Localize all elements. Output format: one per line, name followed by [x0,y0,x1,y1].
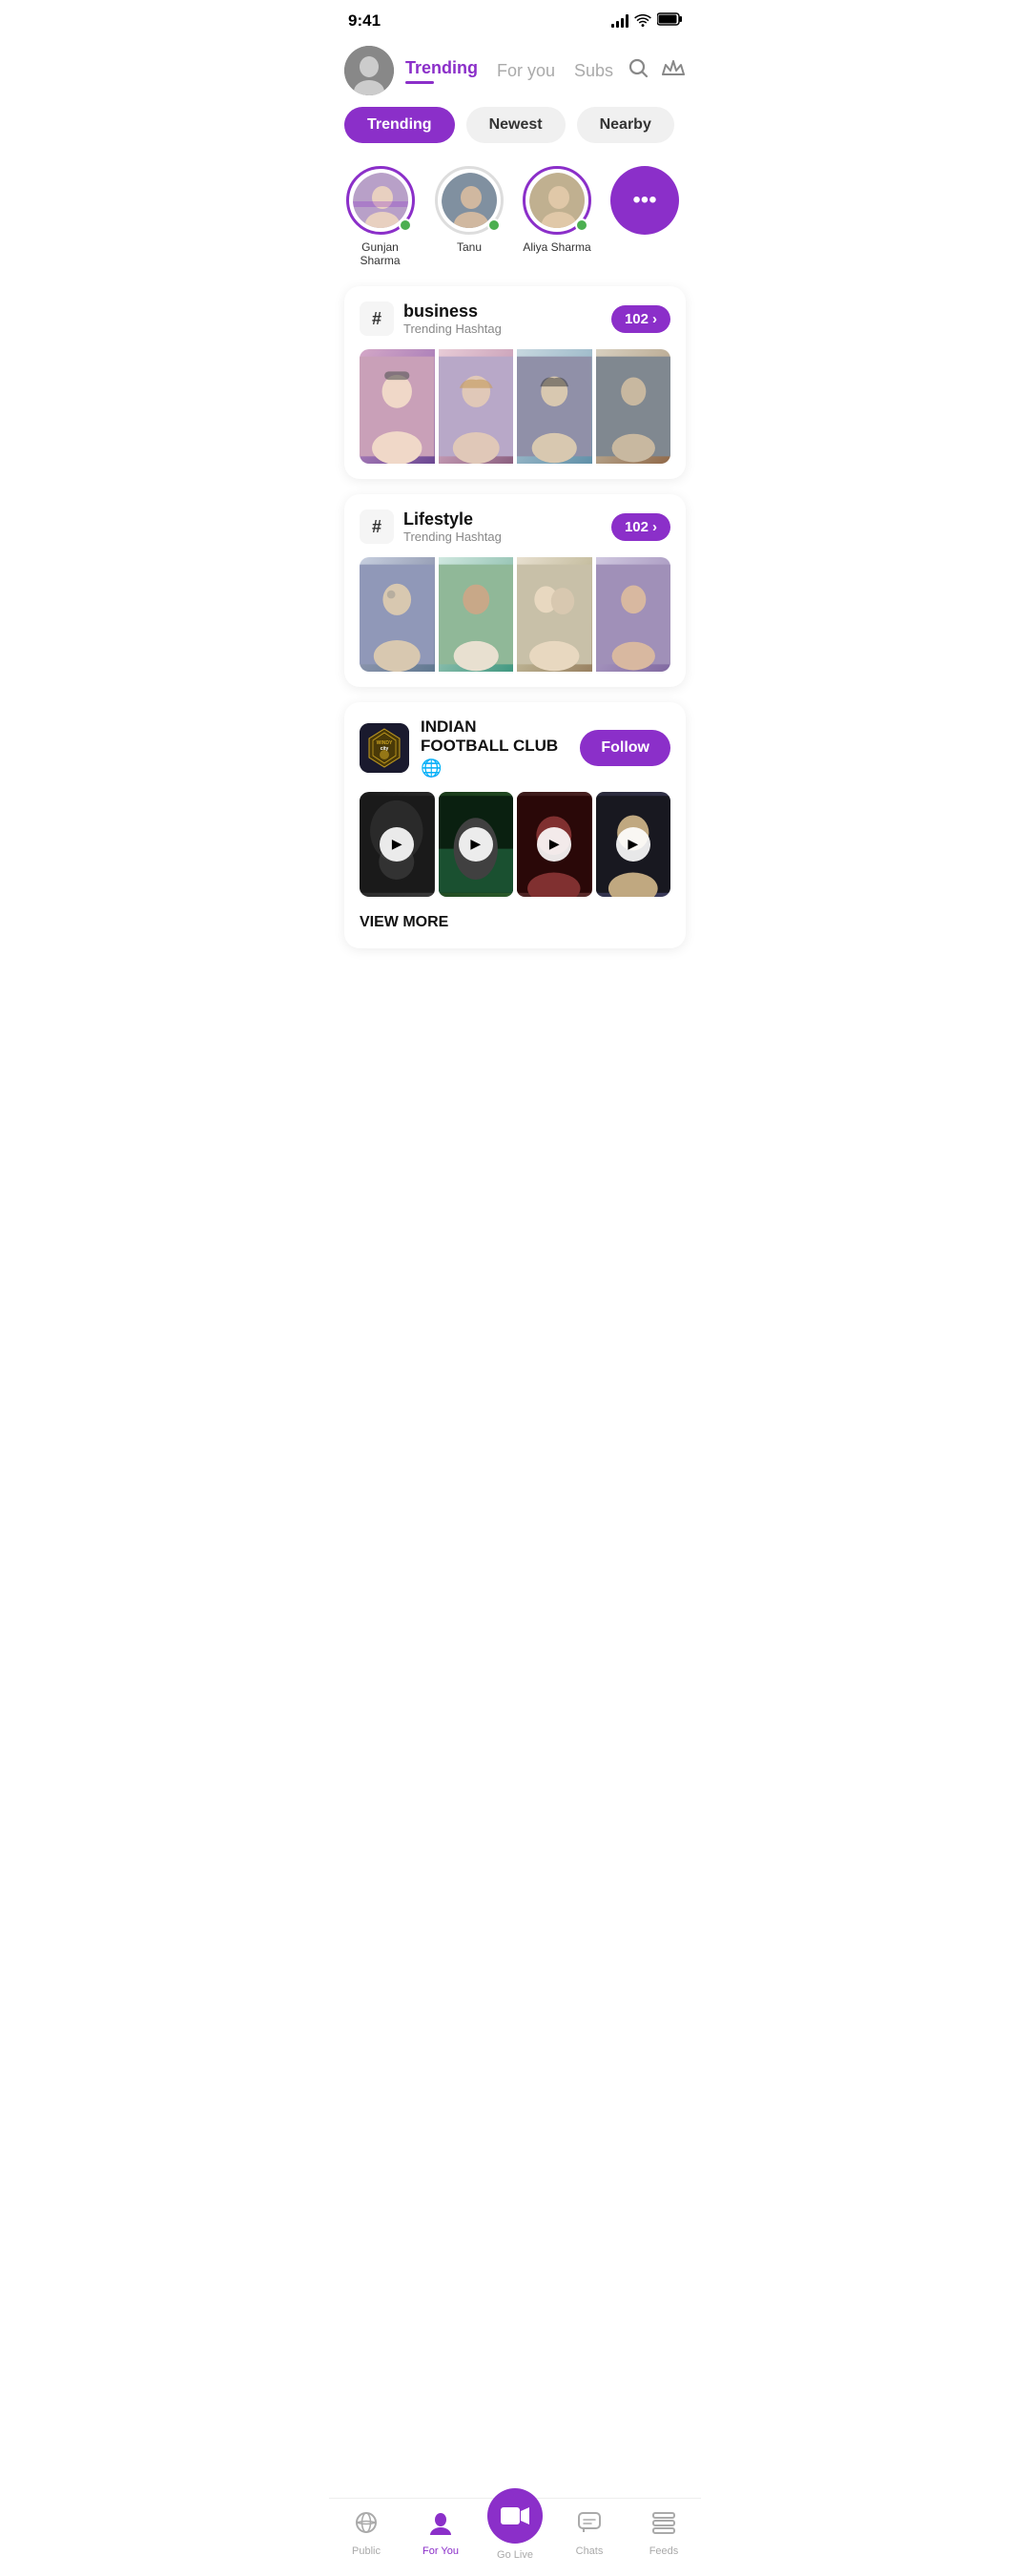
go-live-circle[interactable] [487,2488,543,2544]
hashtag-image [360,557,435,672]
play-icon[interactable]: ▶ [537,827,571,862]
club-video-1[interactable]: ▶ [360,792,435,897]
tab-subs[interactable]: Subs [574,61,613,81]
club-globe: 🌐 [421,758,568,779]
story-item-aliya[interactable]: Aliya Sharma [523,166,591,254]
story-item-gunjan[interactable]: Gunjan Sharma [344,166,416,267]
hashtag-title-lifestyle: Lifestyle [403,509,502,530]
nav-label-chats: Chats [576,2545,604,2557]
nav-label-foryou: For You [422,2545,459,2557]
battery-icon [657,12,682,31]
hash-icon: # [360,301,394,336]
hashtag-image [517,349,592,464]
club-video-4[interactable]: ▶ [596,792,671,897]
header: Trending For you Subs [329,38,701,107]
hashtag-image [596,349,671,464]
story-label-gunjan: Gunjan Sharma [344,240,416,267]
tab-foryou[interactable]: For you [497,61,555,81]
play-icon[interactable]: ▶ [616,827,650,862]
play-icon[interactable]: ▶ [380,827,414,862]
hashtag-count-lifestyle[interactable]: 102 › [611,513,670,541]
nav-item-foryou[interactable]: For You [403,2506,478,2561]
nav-label-golive: Go Live [497,2549,533,2561]
hashtag-image [439,349,514,464]
hashtag-title-business: business [403,301,502,322]
filter-chips: Trending Newest Nearby [329,107,701,158]
search-icon[interactable] [627,56,649,85]
hashtag-image [360,349,435,464]
club-logo: WINDY city [360,723,409,773]
follow-button[interactable]: Follow [580,730,670,766]
club-name: INDIAN FOOTBALL CLUB [421,717,568,757]
story-label-aliya: Aliya Sharma [523,240,590,254]
nav-label-feeds: Feeds [649,2545,679,2557]
bottom-nav: Public For You Go Live [329,2498,701,2576]
nav-item-golive[interactable]: Go Live [478,2507,552,2561]
nav-item-chats[interactable]: Chats [552,2506,627,2561]
online-indicator [487,218,501,232]
story-label-tanu: Tanu [457,240,482,254]
club-video-3[interactable]: ▶ [517,792,592,897]
tab-trending[interactable]: Trending [405,58,478,84]
club-card: WINDY city INDIAN FOOTBALL CLUB 🌐 Follow… [344,702,686,948]
nav-item-feeds[interactable]: Feeds [627,2506,701,2561]
hash-icon: # [360,509,394,544]
feeds-icon [651,2510,676,2542]
chat-icon [577,2510,602,2542]
chip-nearby[interactable]: Nearby [577,107,674,143]
hashtag-card-lifestyle: # Lifestyle Trending Hashtag 102 › [344,494,686,687]
view-more-button[interactable]: VIEW MORE [360,910,670,933]
nav-item-public[interactable]: Public [329,2506,403,2561]
hashtag-image [439,557,514,672]
crown-icon[interactable] [661,57,686,84]
hashtag-count-business[interactable]: 102 › [611,305,670,333]
online-indicator [399,218,412,232]
status-time: 9:41 [348,11,381,31]
play-icon[interactable]: ▶ [459,827,493,862]
stories-row: Gunjan Sharma Tanu [329,158,701,286]
wifi-icon [634,13,651,30]
hashtag-card-business: # business Trending Hashtag 102 › [344,286,686,479]
chip-trending[interactable]: Trending [344,107,455,143]
hashtag-image [517,557,592,672]
nav-label-public: Public [352,2545,381,2557]
public-icon [354,2510,379,2542]
hashtag-image [596,557,671,672]
status-bar: 9:41 [329,0,701,38]
header-icons [627,56,686,85]
story-item-tanu[interactable]: Tanu [435,166,504,254]
chip-newest[interactable]: Newest [466,107,566,143]
hashtag-sub-business: Trending Hashtag [403,322,502,336]
club-videos: ▶ ▶ ▶ ▶ [360,792,670,897]
club-video-2[interactable]: ▶ [439,792,514,897]
hashtag-images-business [360,349,670,464]
more-stories-button[interactable]: ••• [610,166,679,235]
story-item-more[interactable]: ••• [610,166,679,235]
hashtag-images-lifestyle [360,557,670,672]
profile-avatar[interactable] [344,46,394,95]
person-icon [428,2510,453,2542]
online-indicator [575,218,588,232]
nav-tabs: Trending For you Subs [405,58,615,84]
signal-icon [611,14,628,28]
status-icons [611,12,682,31]
hashtag-sub-lifestyle: Trending Hashtag [403,530,502,544]
